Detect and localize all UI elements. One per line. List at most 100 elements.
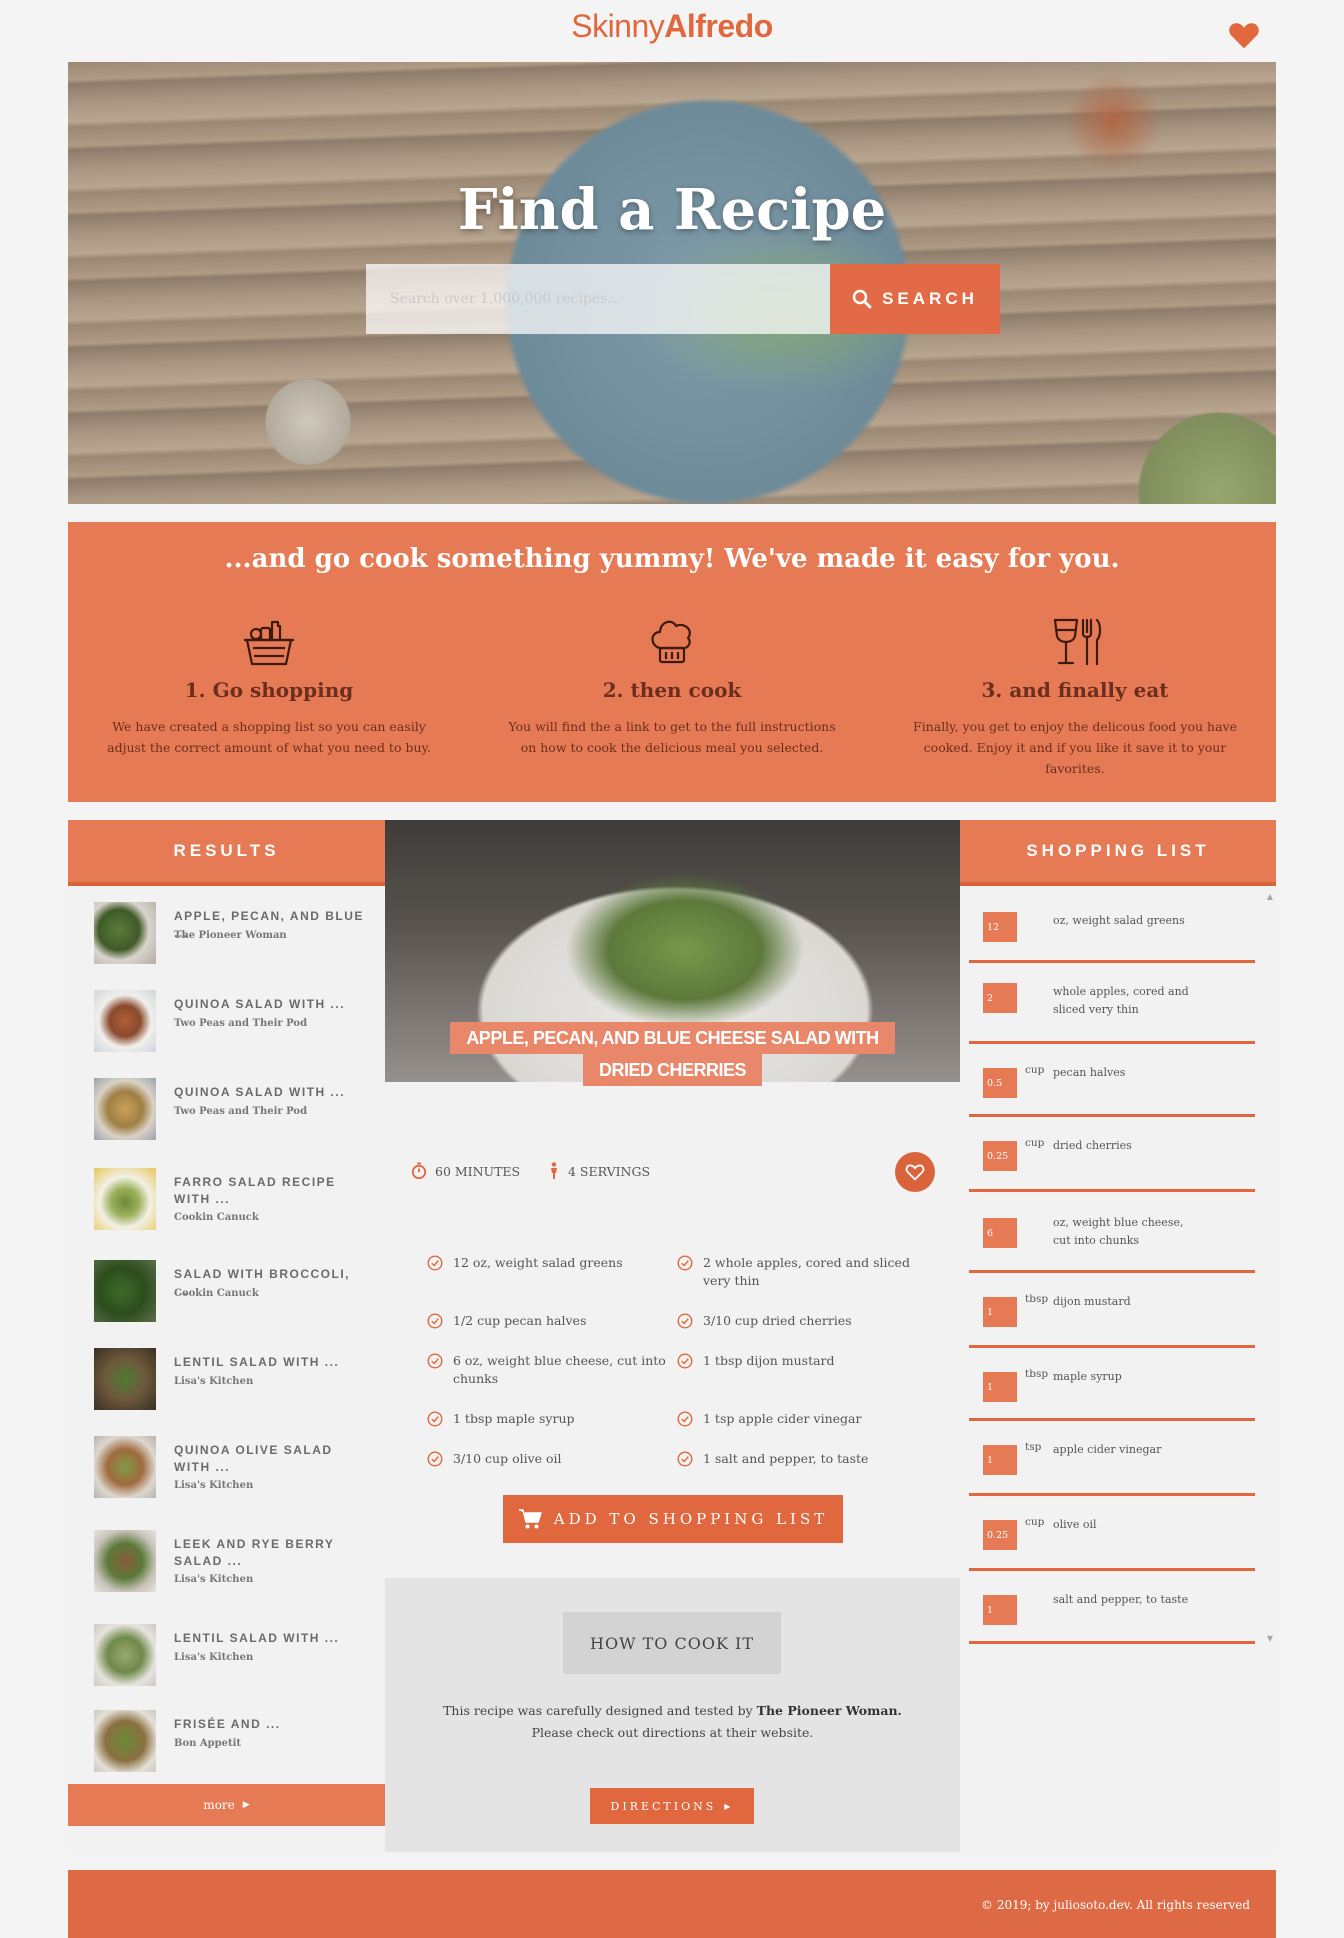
- step-eat: 3. and finally eat Finally, you get to e…: [874, 612, 1276, 779]
- results-header: RESULTS: [68, 820, 385, 886]
- shopping-name: oz, weight blue cheese, cut into chunks: [1053, 1216, 1184, 1247]
- shopping-item[interactable]: 1 tbsp maple syrup: [969, 1348, 1255, 1421]
- cook-time-label: 60 MINUTES: [435, 1163, 521, 1179]
- shopping-item[interactable]: 1 tbsp dijon mustard: [969, 1273, 1255, 1348]
- recipe-title-line1: APPLE, PECAN, AND BLUE CHEESE SALAD WITH: [450, 1022, 895, 1054]
- result-thumbnail: [94, 1078, 156, 1140]
- recipe-title: APPLE, PECAN, AND BLUE CHEESE SALAD WITH…: [385, 1022, 960, 1086]
- add-to-shopping-list-button[interactable]: ADD TO SHOPPING LIST: [503, 1495, 843, 1543]
- result-title: QUINOA SALAD WITH ...: [174, 1085, 346, 1099]
- cook-time: 60 MINUTES: [411, 1162, 520, 1180]
- shopping-item[interactable]: 2 whole apples, cored and sliced very th…: [969, 963, 1255, 1044]
- ingredient-text: 1 salt and pepper, to taste: [703, 1451, 869, 1466]
- shopping-name: maple syrup: [1053, 1370, 1122, 1383]
- result-item[interactable]: QUINOA SALAD WITH ... Two Peas and Their…: [94, 1078, 374, 1148]
- step-title: 3. and finally eat: [981, 678, 1169, 702]
- add-button-label: ADD TO SHOPPING LIST: [553, 1510, 829, 1528]
- shopping-name: dijon mustard: [1053, 1295, 1131, 1308]
- shopping-list-header: SHOPPING LIST: [960, 820, 1276, 886]
- shopping-list-panel: SHOPPING LIST ▲ 12 oz, weight salad gree…: [960, 820, 1276, 1852]
- result-item[interactable]: APPLE, PECAN, AND BLUE ... The Pioneer W…: [94, 902, 374, 972]
- logo[interactable]: SkinnyAlfredo: [0, 8, 1344, 45]
- recipe-detail: APPLE, PECAN, AND BLUE CHEESE SALAD WITH…: [385, 820, 960, 1852]
- check-circle-icon: [427, 1313, 443, 1329]
- ingredient-item: 1 tsp apple cider vinegar: [677, 1410, 927, 1428]
- result-thumbnail: [94, 902, 156, 964]
- shopping-qty[interactable]: 0.25: [983, 1141, 1017, 1171]
- shopping-qty[interactable]: 6: [983, 1218, 1017, 1248]
- results-panel: RESULTS APPLE, PECAN, AND BLUE ... The P…: [68, 820, 385, 1852]
- ingredient-item: 2 whole apples, cored and sliced very th…: [677, 1254, 927, 1290]
- result-item[interactable]: FRISÉE AND ... Bon Appetit: [94, 1710, 374, 1780]
- shopping-item[interactable]: 0.25 cup olive oil: [969, 1496, 1255, 1571]
- shopping-item[interactable]: 0.5 cup pecan halves: [969, 1044, 1255, 1117]
- favorite-recipe-button[interactable]: [895, 1152, 935, 1192]
- shopping-qty[interactable]: 1: [983, 1445, 1017, 1475]
- ingredient-text: 1 tbsp dijon mustard: [703, 1353, 835, 1368]
- ingredient-text: 3/10 cup dried cherries: [703, 1313, 852, 1328]
- more-label: more: [203, 1798, 235, 1812]
- shopping-qty[interactable]: 2: [983, 983, 1017, 1013]
- result-thumbnail: [94, 1168, 156, 1230]
- result-source: Cookin Canuck: [174, 1212, 259, 1223]
- arrow-right-icon: ▶: [724, 1801, 734, 1811]
- favorites-heart-icon[interactable]: [1228, 20, 1260, 50]
- result-item[interactable]: LENTIL SALAD WITH ... Lisa's Kitchen: [94, 1348, 374, 1418]
- directions-button[interactable]: DIRECTIONS ▶: [590, 1788, 754, 1824]
- hero-banner: Find a Recipe SEARCH: [68, 62, 1276, 504]
- scroll-down-arrow[interactable]: ▼: [1267, 1634, 1273, 1643]
- check-circle-icon: [677, 1353, 693, 1369]
- result-item[interactable]: QUINOA OLIVE SALAD WITH ... Lisa's Kitch…: [94, 1436, 374, 1506]
- shopping-item[interactable]: 1 tsp apple cider vinegar: [969, 1421, 1255, 1496]
- recipe-workspace: RESULTS APPLE, PECAN, AND BLUE ... The P…: [68, 820, 1276, 1852]
- shopping-qty[interactable]: 1: [983, 1372, 1017, 1402]
- shopping-item[interactable]: 0.25 cup dried cherries: [969, 1117, 1255, 1192]
- shopping-unit: cup: [1025, 1137, 1045, 1149]
- ingredient-item: 1 tbsp maple syrup: [427, 1410, 677, 1428]
- shopping-name: oz, weight salad greens: [1053, 914, 1185, 927]
- result-source: The Pioneer Woman: [174, 930, 287, 941]
- hero-title: Find a Recipe: [457, 177, 887, 243]
- ingredient-text: 1 tbsp maple syrup: [453, 1411, 575, 1426]
- result-title: FARRO SALAD RECIPE WITH ...: [174, 1175, 336, 1206]
- result-title: QUINOA SALAD WITH ...: [174, 997, 346, 1011]
- shopping-unit: tbsp: [1025, 1368, 1049, 1380]
- result-item[interactable]: FARRO SALAD RECIPE WITH ... Cookin Canuc…: [94, 1168, 374, 1238]
- result-thumbnail: [94, 1530, 156, 1592]
- heart-outline-icon: [905, 1164, 925, 1181]
- shopping-qty[interactable]: 0.5: [983, 1068, 1017, 1098]
- result-item[interactable]: QUINOA SALAD WITH ... Two Peas and Their…: [94, 990, 374, 1060]
- result-thumbnail: [94, 1624, 156, 1686]
- step-text: We have created a shopping list so you c…: [107, 719, 431, 755]
- search-input[interactable]: [366, 264, 830, 334]
- ingredient-item: 1 tbsp dijon mustard: [677, 1352, 927, 1370]
- result-item[interactable]: LENTIL SALAD WITH ... Lisa's Kitchen: [94, 1624, 374, 1694]
- result-source: Lisa's Kitchen: [174, 1376, 254, 1387]
- shopping-item[interactable]: 1 salt and pepper, to taste: [969, 1571, 1255, 1644]
- chef-hat-icon: [651, 620, 691, 664]
- more-results-button[interactable]: more ▶: [68, 1784, 385, 1826]
- shopping-qty[interactable]: 12: [983, 912, 1017, 942]
- shopping-qty[interactable]: 0.25: [983, 1520, 1017, 1550]
- check-circle-icon: [677, 1451, 693, 1467]
- how-it-works: ...and go cook something yummy! We've ma…: [68, 522, 1276, 802]
- publisher-name: The Pioneer Woman.: [756, 1703, 902, 1718]
- stopwatch-icon: [411, 1162, 427, 1180]
- shopping-qty[interactable]: 1: [983, 1297, 1017, 1327]
- result-item[interactable]: SALAD WITH BROCCOLI, ... Cookin Canuck: [94, 1260, 374, 1330]
- ingredient-text: 2 whole apples, cored and sliced very th…: [703, 1255, 910, 1288]
- search-button[interactable]: SEARCH: [830, 264, 1000, 334]
- result-thumbnail: [94, 1260, 156, 1322]
- result-title: LENTIL SALAD WITH ...: [174, 1631, 340, 1645]
- shopping-item[interactable]: 6 oz, weight blue cheese, cut into chunk…: [969, 1192, 1255, 1273]
- search-icon: [852, 289, 872, 309]
- step-text: You will find the a link to get to the f…: [508, 719, 836, 755]
- scroll-up-arrow[interactable]: ▲: [1267, 892, 1273, 901]
- result-item[interactable]: LEEK AND RYE BERRY SALAD ... Lisa's Kitc…: [94, 1530, 374, 1600]
- ingredient-item: 1 salt and pepper, to taste: [677, 1450, 927, 1468]
- ingredient-text: 6 oz, weight blue cheese, cut into chunk…: [453, 1353, 666, 1386]
- person-icon: [551, 1162, 557, 1179]
- shopping-item[interactable]: 12 oz, weight salad greens: [969, 902, 1255, 963]
- how-to-cook-title: HOW TO COOK IT: [563, 1612, 781, 1674]
- shopping-qty[interactable]: 1: [983, 1595, 1017, 1625]
